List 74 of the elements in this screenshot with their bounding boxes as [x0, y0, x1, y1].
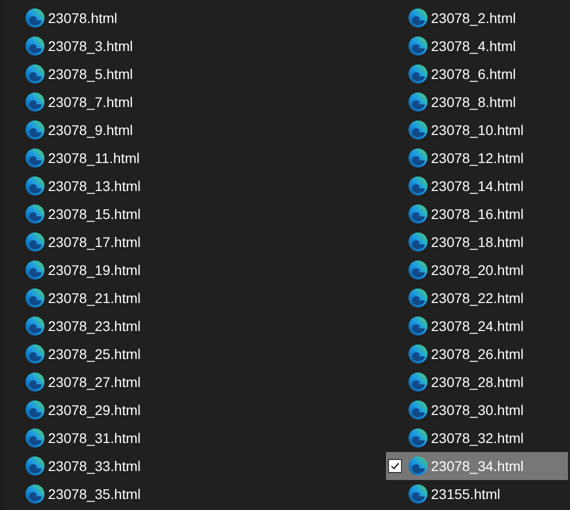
file-icon [25, 484, 45, 504]
file-item[interactable]: 23078_21.html [3, 284, 386, 312]
file-icon [25, 64, 45, 84]
file-item[interactable]: 23078_4.html [386, 32, 568, 60]
file-item[interactable]: 23078_31.html [3, 424, 386, 452]
file-item[interactable]: 23078_11.html [3, 144, 386, 172]
file-item[interactable]: 23078_2.html [386, 4, 568, 32]
file-icon [408, 288, 428, 308]
file-icon [25, 148, 45, 168]
file-icon [25, 176, 45, 196]
file-item[interactable]: 23078_7.html [3, 88, 386, 116]
file-item[interactable]: 23078_14.html [386, 172, 568, 200]
file-item[interactable]: 23078_34.html [386, 452, 568, 480]
file-icon [408, 400, 428, 420]
file-item[interactable]: 23078_19.html [3, 256, 386, 284]
file-item[interactable]: 23078_17.html [3, 228, 386, 256]
file-icon [408, 148, 428, 168]
file-icon [408, 260, 428, 280]
file-icon [25, 120, 45, 140]
file-item[interactable]: 23078_12.html [386, 144, 568, 172]
file-item[interactable]: 23078_5.html [3, 60, 386, 88]
file-item[interactable]: 23078_13.html [3, 172, 386, 200]
file-icon [25, 428, 45, 448]
check-icon [390, 461, 400, 471]
file-icon [408, 484, 428, 504]
file-item[interactable]: 23078_35.html [3, 480, 386, 508]
file-item[interactable]: 23155.html [386, 480, 568, 508]
file-icon [408, 456, 428, 476]
file-icon [25, 344, 45, 364]
file-icon [25, 316, 45, 336]
file-item[interactable]: 23078_26.html [386, 340, 568, 368]
file-icon [25, 204, 45, 224]
file-item[interactable]: 23078_18.html [386, 228, 568, 256]
file-icon [408, 372, 428, 392]
file-item[interactable]: 23078_16.html [386, 200, 568, 228]
file-item[interactable]: 23078_22.html [386, 284, 568, 312]
file-item[interactable]: 23078_10.html [386, 116, 568, 144]
file-icon [25, 232, 45, 252]
file-icon [25, 8, 45, 28]
file-icon [25, 456, 45, 476]
file-item[interactable]: 23078_6.html [386, 60, 568, 88]
file-icon [408, 120, 428, 140]
file-item[interactable]: 23078_27.html [3, 368, 386, 396]
file-icon [408, 92, 428, 112]
file-icon [25, 36, 45, 56]
file-item[interactable]: 23078_9.html [3, 116, 386, 144]
file-icon [25, 260, 45, 280]
file-item[interactable]: 23078_8.html [386, 88, 568, 116]
file-icon [25, 400, 45, 420]
file-icon [408, 344, 428, 364]
file-icon [408, 64, 428, 84]
file-item[interactable]: 23078_25.html [3, 340, 386, 368]
file-item[interactable]: 23078_29.html [3, 396, 386, 424]
file-icon [25, 288, 45, 308]
file-icon [408, 428, 428, 448]
file-icon [408, 36, 428, 56]
checkbox[interactable] [388, 459, 402, 473]
file-item[interactable]: 23078.html [3, 4, 386, 32]
file-item[interactable]: 23078_32.html [386, 424, 568, 452]
file-icon [408, 232, 428, 252]
file-icon [25, 372, 45, 392]
file-item[interactable]: 23078_33.html [3, 452, 386, 480]
file-item[interactable]: 23078_3.html [3, 32, 386, 60]
file-item[interactable]: 23078_28.html [386, 368, 568, 396]
file-icon [408, 176, 428, 196]
file-icon [408, 204, 428, 224]
file-icon [25, 92, 45, 112]
file-icon [408, 8, 428, 28]
file-icon [408, 316, 428, 336]
file-item[interactable]: 23078_24.html [386, 312, 568, 340]
file-item[interactable]: 23078_20.html [386, 256, 568, 284]
file-item[interactable]: 23078_23.html [3, 312, 386, 340]
file-item[interactable]: 23078_30.html [386, 396, 568, 424]
file-item[interactable]: 23078_15.html [3, 200, 386, 228]
